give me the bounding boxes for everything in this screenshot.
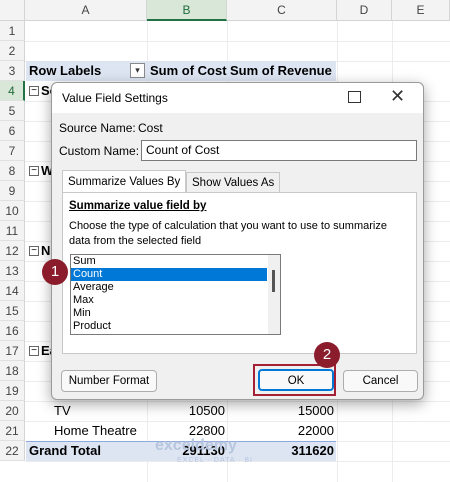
row-header[interactable]: 11 bbox=[0, 221, 25, 241]
row-header[interactable]: 16 bbox=[0, 321, 25, 341]
list-item-selected[interactable]: Count bbox=[71, 268, 267, 281]
scrollbar-thumb[interactable] bbox=[272, 270, 275, 292]
row-header[interactable]: 14 bbox=[0, 281, 25, 301]
row-header[interactable]: 7 bbox=[0, 141, 25, 161]
description-line-2: data from the selected field bbox=[69, 235, 202, 247]
column-header-c[interactable]: C bbox=[227, 0, 337, 21]
row-header[interactable]: 21 bbox=[0, 421, 25, 441]
row-header[interactable]: 2 bbox=[0, 41, 25, 61]
section-title: Summarize value field by bbox=[69, 200, 207, 212]
row-header[interactable]: 5 bbox=[0, 101, 25, 121]
row-header[interactable]: 1 bbox=[0, 21, 25, 41]
calculation-listbox[interactable]: Sum Count Average Max Min Product bbox=[70, 254, 281, 335]
tab-show-values-as[interactable]: Show Values As bbox=[186, 172, 281, 193]
item-cost[interactable]: 10500 bbox=[150, 401, 225, 421]
item-revenue[interactable]: 15000 bbox=[230, 401, 334, 421]
source-name-value: Cost bbox=[138, 121, 163, 135]
watermark-logo: exceldemy bbox=[155, 437, 237, 454]
sum-of-revenue-header[interactable]: Sum of Revenue bbox=[230, 61, 336, 81]
column-header-b[interactable]: B bbox=[147, 0, 227, 21]
row-header[interactable]: 15 bbox=[0, 301, 25, 321]
collapse-icon[interactable]: − bbox=[29, 246, 39, 256]
step-badge-2: 2 bbox=[314, 342, 340, 368]
row-header[interactable]: 8 bbox=[0, 161, 25, 181]
number-format-button[interactable]: Number Format bbox=[61, 370, 157, 392]
column-header-a[interactable]: A bbox=[25, 0, 147, 21]
filter-dropdown-icon[interactable]: ▾ bbox=[130, 63, 145, 78]
list-item[interactable]: Min bbox=[71, 307, 267, 320]
cancel-button[interactable]: Cancel bbox=[343, 370, 418, 392]
item-revenue[interactable]: 22000 bbox=[230, 421, 334, 441]
collapse-icon[interactable]: − bbox=[29, 86, 39, 96]
summarize-tab-panel: Summarize value field by Choose the type… bbox=[62, 192, 417, 354]
row-header[interactable]: 18 bbox=[0, 361, 25, 381]
grand-total-label[interactable]: Grand Total bbox=[29, 441, 139, 461]
tab-summarize-values-by[interactable]: Summarize Values By bbox=[62, 170, 187, 193]
ok-highlight-box bbox=[253, 364, 336, 396]
list-item[interactable]: Product bbox=[71, 320, 267, 333]
row-header[interactable]: 17 bbox=[0, 341, 25, 361]
step-badge-1: 1 bbox=[42, 259, 68, 285]
dialog-titlebar[interactable]: Value Field Settings ✕ bbox=[52, 83, 423, 113]
collapse-icon[interactable]: − bbox=[29, 166, 39, 176]
column-header-d[interactable]: D bbox=[337, 0, 392, 21]
row-header[interactable]: 19 bbox=[0, 381, 25, 401]
maximize-icon[interactable] bbox=[348, 91, 361, 103]
row-header[interactable]: 22 bbox=[0, 441, 25, 461]
description-line-1: Choose the type of calculation that you … bbox=[69, 220, 387, 232]
dialog-title: Value Field Settings bbox=[62, 91, 168, 105]
row-header[interactable]: 10 bbox=[0, 201, 25, 221]
listbox-scrollbar[interactable] bbox=[268, 255, 280, 334]
column-header-e[interactable]: E bbox=[392, 0, 450, 21]
row-header[interactable]: 9 bbox=[0, 181, 25, 201]
row-header[interactable]: 4 bbox=[0, 81, 25, 101]
watermark-tagline: EXCEL · DATA · BI bbox=[177, 457, 253, 464]
item-label[interactable]: TV bbox=[54, 401, 144, 421]
collapse-icon[interactable]: − bbox=[29, 346, 39, 356]
custom-name-label: Custom Name: bbox=[59, 144, 140, 158]
row-header[interactable]: 20 bbox=[0, 401, 25, 421]
custom-name-input[interactable]: Count of Cost bbox=[141, 140, 417, 161]
row-header[interactable]: 3 bbox=[0, 61, 25, 81]
row-header[interactable]: 13 bbox=[0, 261, 25, 281]
source-name-label: Source Name: bbox=[59, 121, 136, 135]
row-labels-header[interactable]: Row Labels bbox=[29, 61, 129, 81]
row-header[interactable]: 12 bbox=[0, 241, 25, 261]
row-header[interactable]: 6 bbox=[0, 121, 25, 141]
list-item[interactable]: Sum bbox=[71, 255, 267, 268]
close-icon[interactable]: ✕ bbox=[390, 86, 405, 106]
list-item[interactable]: Average bbox=[71, 281, 267, 294]
value-field-settings-dialog: Value Field Settings ✕ Source Name: Cost… bbox=[51, 82, 424, 400]
item-label[interactable]: Home Theatre bbox=[54, 421, 146, 441]
list-item[interactable]: Max bbox=[71, 294, 267, 307]
select-all-corner[interactable] bbox=[0, 0, 25, 21]
sum-of-cost-header[interactable]: Sum of Cost bbox=[150, 61, 228, 81]
